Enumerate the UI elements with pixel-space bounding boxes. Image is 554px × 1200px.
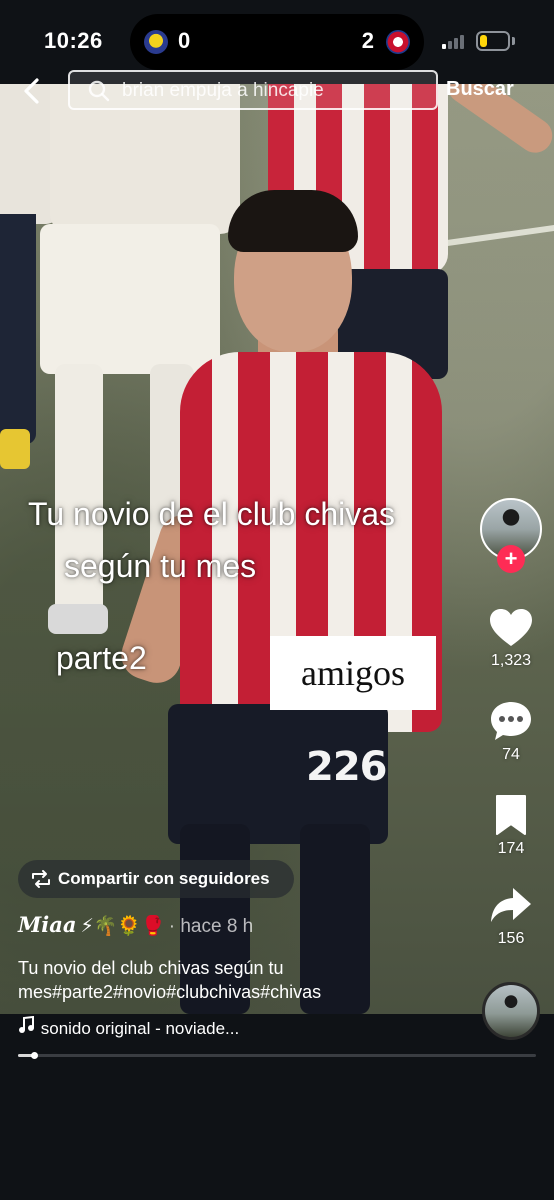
search-button[interactable]: Buscar: [446, 78, 514, 101]
username-emojis: ⚡🌴🌻🥊: [80, 916, 165, 937]
search-input[interactable]: brian empuja a hincapie: [68, 70, 438, 110]
repost-icon: [32, 870, 50, 888]
search-query-text: brian empuja a hincapie: [122, 80, 324, 101]
post-description[interactable]: Tu novio del club chivas según tu mes#pa…: [18, 956, 438, 1004]
video-progress-bar[interactable]: [18, 1052, 536, 1059]
heart-icon: [490, 609, 532, 646]
white-kit-shoe: [48, 604, 108, 634]
club-america-logo-icon: [144, 30, 168, 54]
background-player-left-shoe: [0, 429, 30, 469]
battery-cap: [512, 37, 515, 45]
bottom-area: [0, 1014, 554, 1200]
chevron-left-icon: [24, 78, 39, 104]
white-kit-leg: [55, 364, 103, 624]
cellular-signal-icon: [442, 33, 468, 49]
share-button[interactable]: 156: [476, 886, 546, 948]
share-with-followers-chip[interactable]: Compartir con seguidores: [18, 860, 294, 898]
share-chip-label: Compartir con seguidores: [58, 869, 270, 888]
shorts-number: 226: [306, 744, 387, 790]
share-arrow-icon: [491, 888, 531, 922]
video-progress-handle[interactable]: [30, 1052, 38, 1059]
sound-disc-avatar[interactable]: [482, 982, 540, 1040]
video-caption-line2: según tu mes: [64, 548, 257, 584]
comment-count: 74: [502, 746, 520, 763]
comment-bubble-icon: [491, 702, 531, 740]
home-score: 0: [178, 28, 191, 53]
battery-level-fill: [480, 35, 487, 47]
like-count: 1,323: [490, 652, 532, 669]
author-username[interactable]: 𝑴𝒊𝒂𝒂: [18, 912, 76, 937]
comment-button[interactable]: 74: [476, 700, 546, 764]
bookmark-count: 174: [497, 840, 525, 857]
bookmark-icon: [496, 795, 526, 835]
white-kit-shorts: [40, 224, 220, 374]
video-caption-line1: Tu novio de el club chivas: [28, 496, 396, 532]
away-score: 2: [361, 28, 374, 53]
background-player-left-legs: [0, 214, 36, 444]
clock-time: 10:26: [44, 28, 103, 53]
like-button[interactable]: 1,323: [476, 608, 546, 670]
battery-icon: [476, 31, 510, 51]
back-button[interactable]: [18, 76, 48, 106]
sound-link[interactable]: sonido original - noviade...: [18, 1015, 240, 1040]
follow-button[interactable]: +: [497, 545, 525, 573]
month-label-text: amigos: [301, 653, 405, 693]
post-time: · hace 8 h: [168, 916, 254, 937]
author-row[interactable]: 𝑴𝒊𝒂𝒂 ⚡🌴🌻🥊 · hace 8 h: [18, 912, 253, 942]
main-player-hair: [228, 190, 358, 252]
dynamic-island-live-score[interactable]: 0 2: [130, 14, 424, 70]
music-note-icon: [18, 1015, 36, 1039]
search-icon: [88, 80, 110, 102]
bookmark-button[interactable]: 174: [476, 794, 546, 858]
video-caption-line3: parte2: [56, 640, 147, 676]
chivas-logo-icon: [386, 30, 410, 54]
month-label-box: amigos: [270, 636, 436, 710]
sound-name: sonido original - noviade...: [40, 1019, 240, 1038]
share-count: 156: [497, 930, 525, 947]
